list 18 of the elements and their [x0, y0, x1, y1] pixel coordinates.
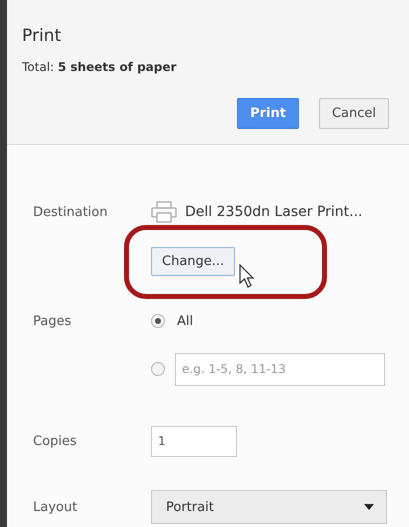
printer-name: Dell 2350dn Laser Print...: [185, 204, 363, 220]
printer-icon: [151, 201, 177, 223]
caret-icon: [364, 504, 374, 510]
field-label: Destination: [33, 204, 109, 220]
change-button[interactable]: Change...: [151, 247, 236, 276]
copies-field[interactable]: 1: [151, 426, 237, 456]
radio-button[interactable]: [151, 362, 165, 376]
dialog-title: Print: [22, 26, 62, 46]
layout-dropdown[interactable]: Portrait: [151, 490, 387, 524]
radio-button[interactable]: [151, 314, 165, 328]
field-label: Layout: [33, 500, 78, 514]
cancel-button[interactable]: Cancel: [318, 98, 389, 129]
field-label: Copies: [33, 434, 78, 448]
field-label: Pages: [33, 314, 72, 328]
radio-label: All: [177, 314, 194, 328]
total-text: Total: 5 sheets of paper: [22, 60, 178, 74]
cursor-icon: [239, 264, 255, 288]
page-range-field[interactable]: e.g. 1-5, 8, 11-13: [175, 352, 385, 386]
